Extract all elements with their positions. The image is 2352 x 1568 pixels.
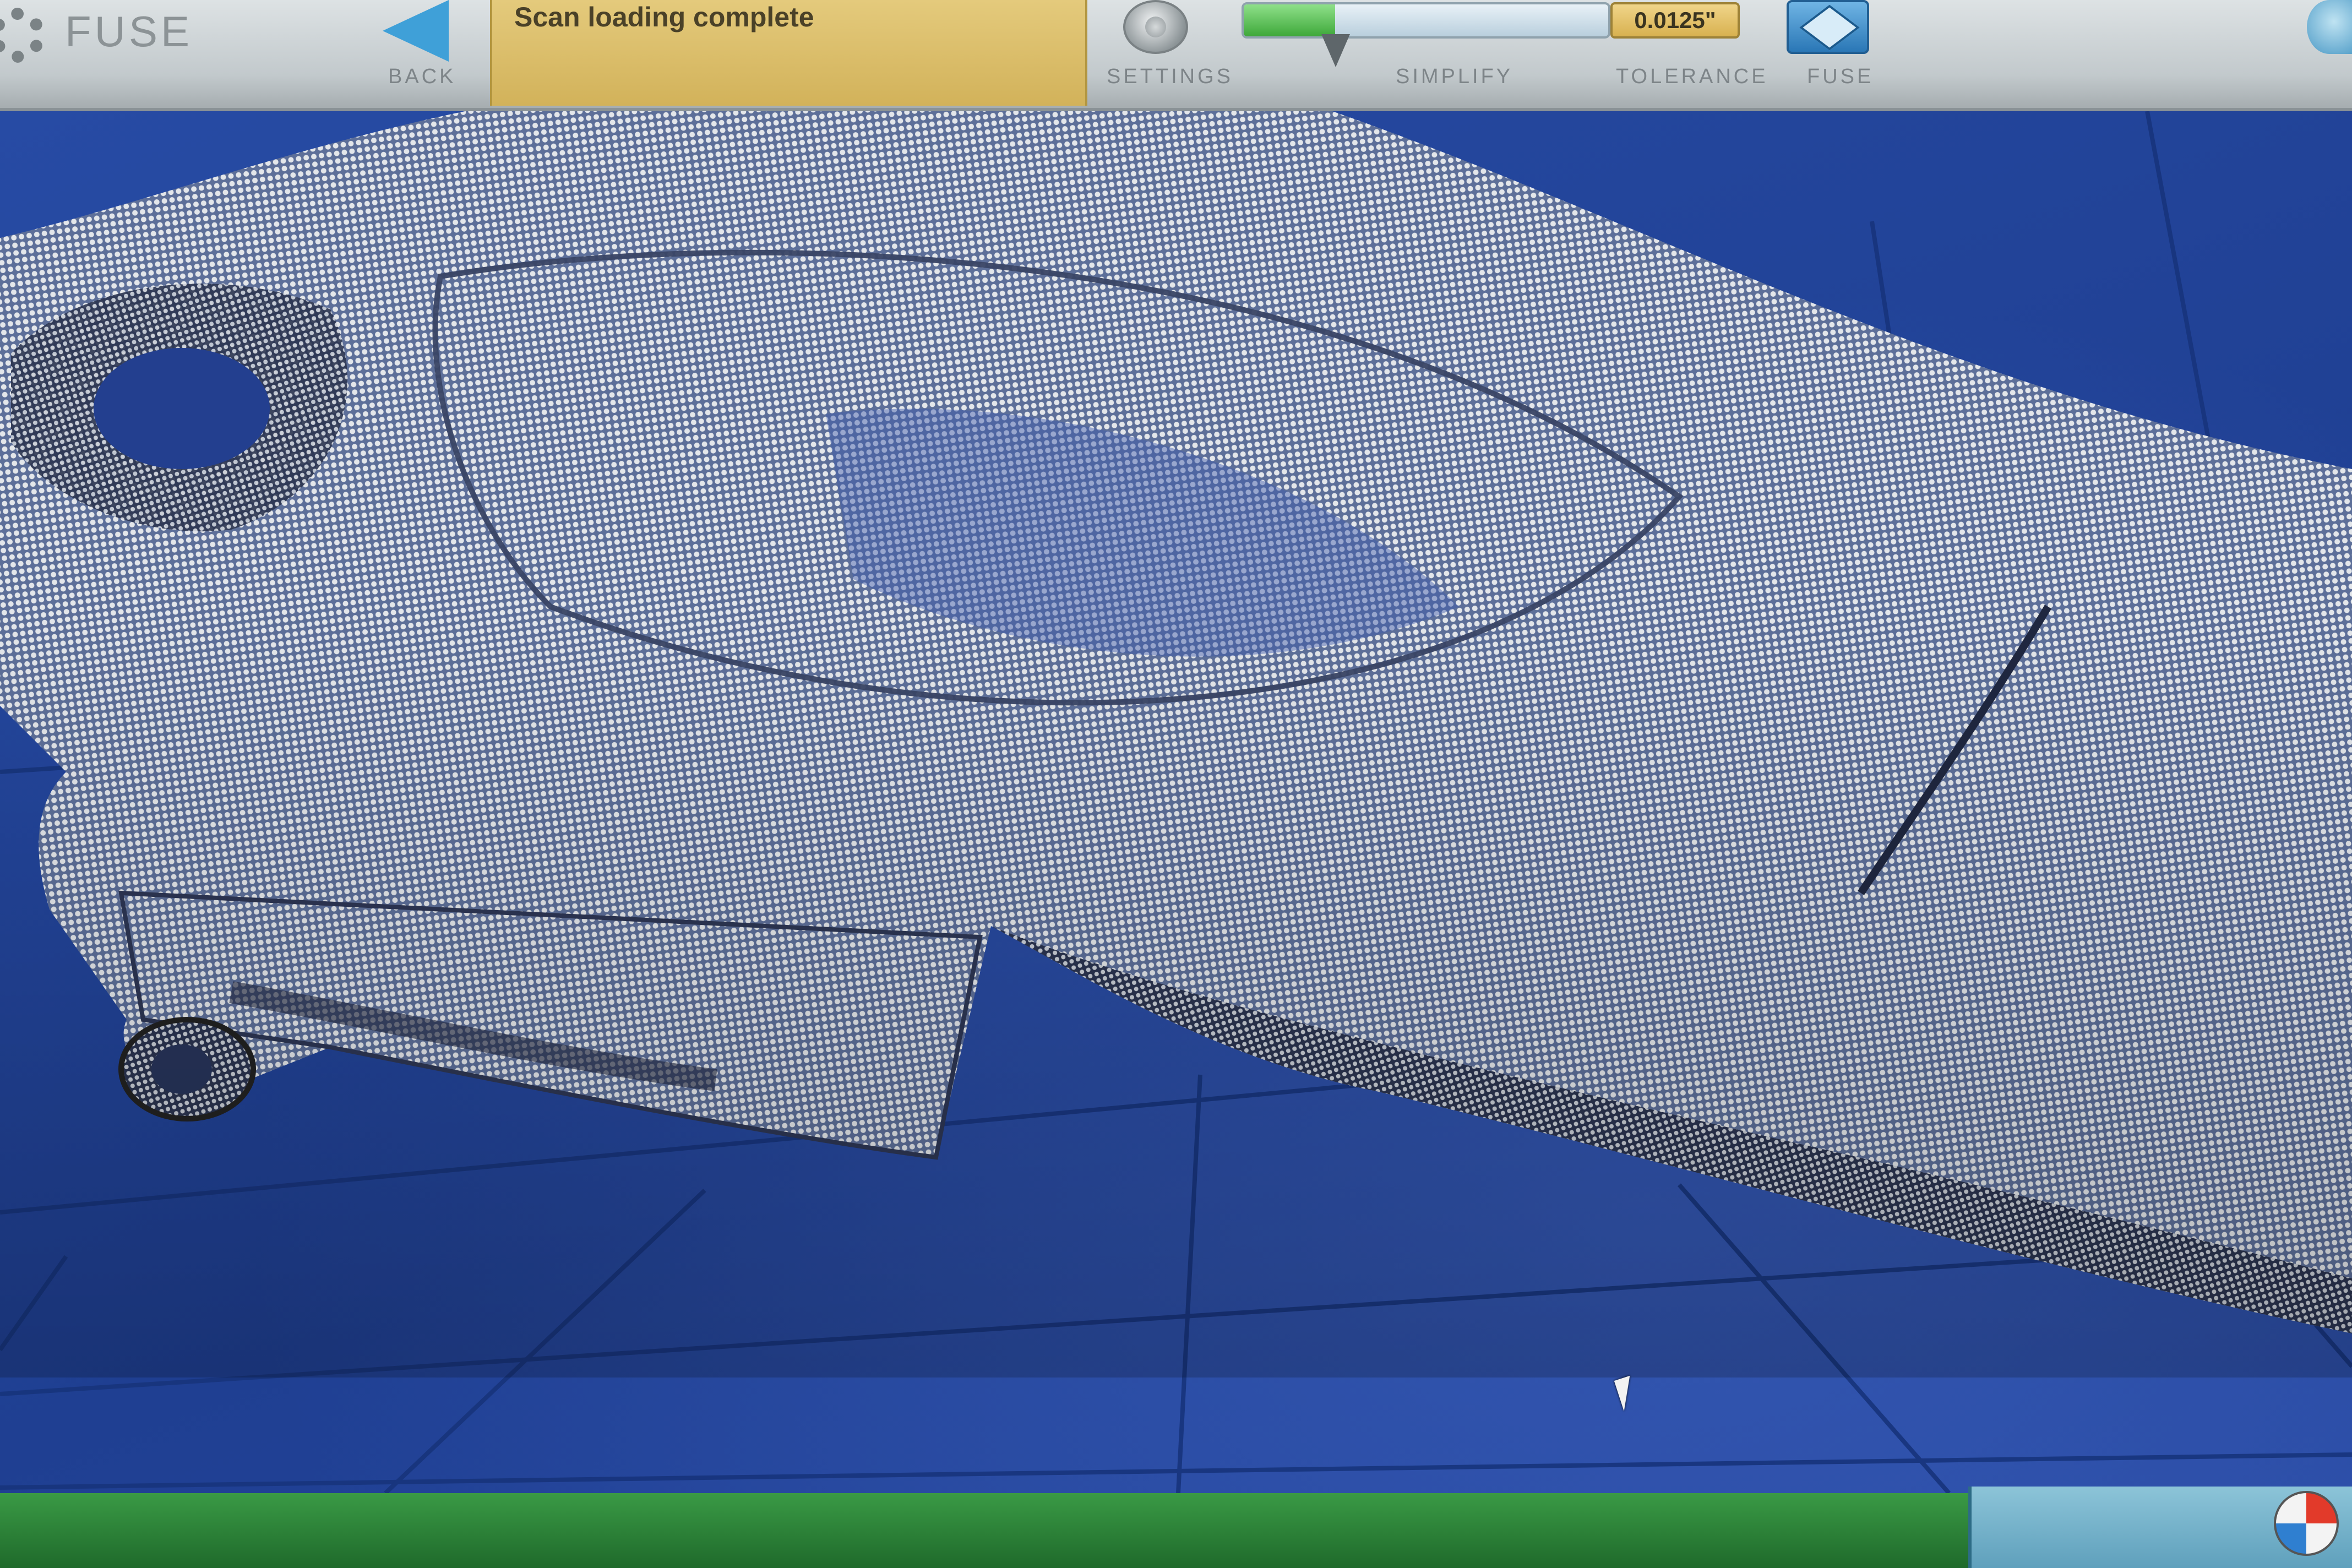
back-arrow-icon[interactable] <box>383 0 449 62</box>
fuse-label[interactable]: Fuse <box>1807 65 1874 89</box>
simplify-slider-fill <box>1244 4 1335 36</box>
orientation-ball-icon[interactable] <box>2274 1491 2339 1556</box>
3d-viewport[interactable] <box>0 111 2352 1493</box>
status-message: Scan loading complete <box>514 2 814 32</box>
fuse-cube-icon[interactable] <box>1787 0 1869 54</box>
toolbar: Fuse Back Scan loading complete Settings… <box>0 0 2352 111</box>
back-label[interactable]: Back <box>388 65 456 89</box>
app-title: Fuse <box>65 7 193 56</box>
tolerance-label: Tolerance <box>1616 65 1768 88</box>
tolerance-field[interactable]: 0.0125" <box>1610 2 1740 39</box>
status-panel: Scan loading complete <box>490 0 1087 106</box>
simplify-label: Simplify <box>1396 65 1513 88</box>
scanned-object <box>0 111 2352 1378</box>
simplify-slider[interactable] <box>1242 2 1610 39</box>
settings-label[interactable]: Settings <box>1107 65 1233 89</box>
scene-graphics <box>0 111 2352 1493</box>
gear-icon[interactable] <box>0 8 45 63</box>
simplify-slider-thumb[interactable] <box>1321 34 1350 67</box>
settings-knob-icon[interactable] <box>1123 0 1188 54</box>
partial-toolbar-icon[interactable] <box>2307 0 2352 54</box>
